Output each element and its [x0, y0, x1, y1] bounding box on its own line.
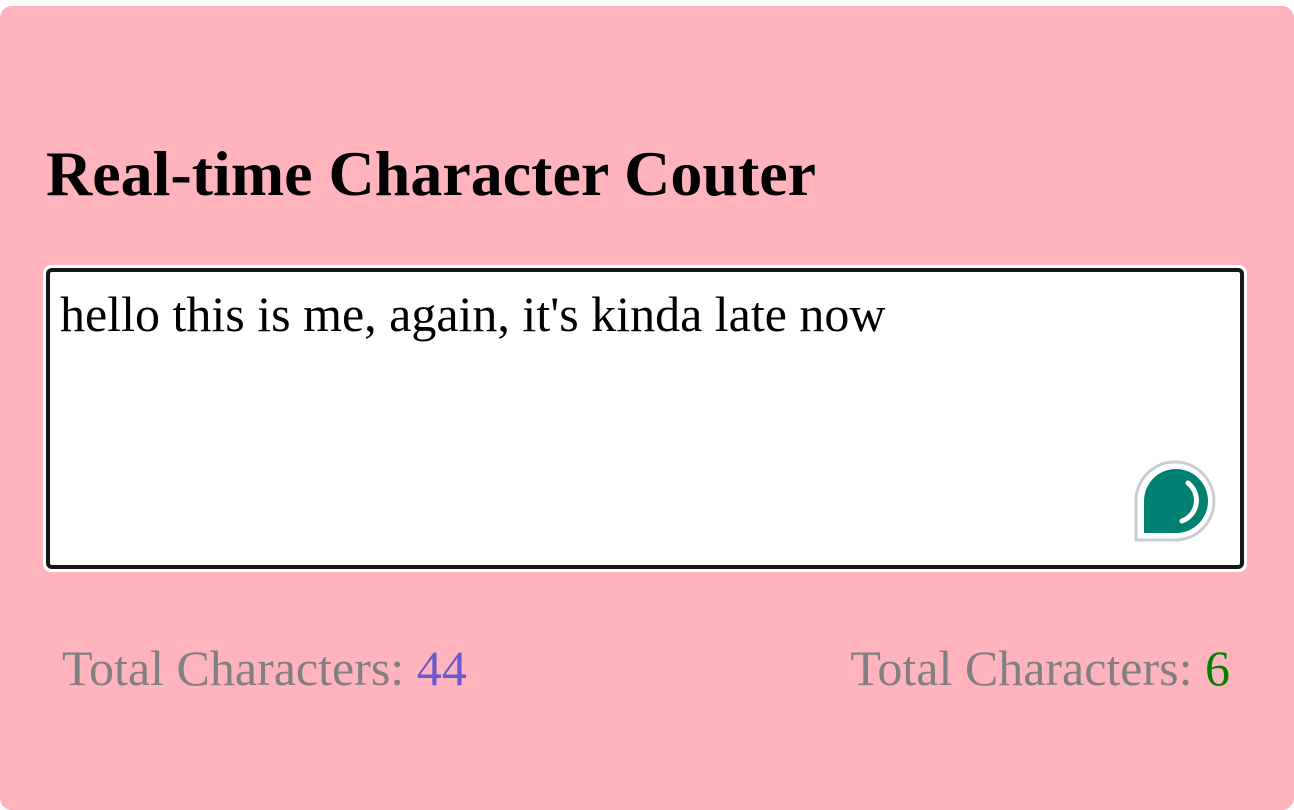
right-character-count: Total Characters: 6 [850, 638, 1230, 698]
chat-assistant-graphic [1134, 460, 1216, 542]
right-count-label: Total Characters: [850, 640, 1205, 696]
text-input-container [43, 265, 1247, 572]
chat-assistant-icon[interactable] [1130, 455, 1220, 545]
left-count-label: Total Characters: [62, 640, 417, 696]
page-title: Real-time Character Couter [46, 138, 817, 209]
left-count-value: 44 [416, 640, 467, 696]
right-count-value: 6 [1205, 640, 1230, 696]
left-character-count: Total Characters: 44 [62, 638, 467, 698]
text-input[interactable] [46, 268, 1244, 569]
